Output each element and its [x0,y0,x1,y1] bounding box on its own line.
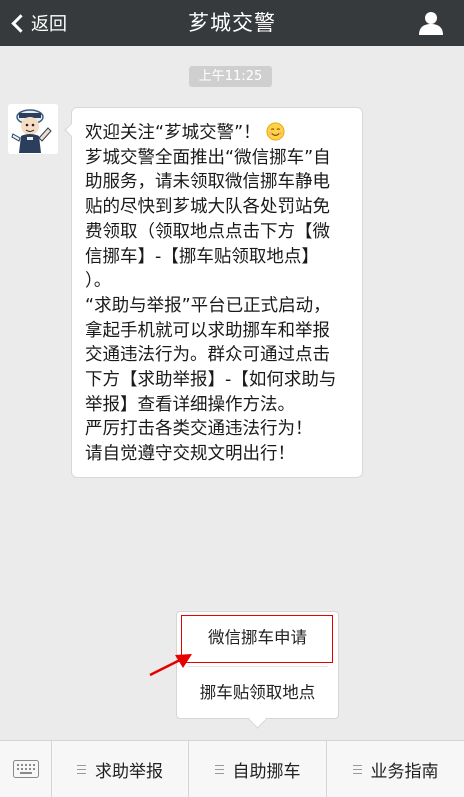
page-title: 芗城交警 [188,11,276,35]
annotation-arrow-icon [149,654,192,677]
message-line: 请自觉遵守交规文明出行！ [85,444,295,465]
message-line: 下方【求助举报】-【如何求助与 [85,370,337,391]
menu-button-self-service-parking[interactable]: 自助挪车 [189,741,327,797]
message-line: 助服务，请未领取微信挪车静电 [85,172,330,193]
message-line: 拿起手机就可以求助挪车和举报 [85,320,330,341]
message-text: 欢迎关注“芗城交警”！ [85,123,261,143]
menu-lines-icon [77,764,86,774]
bottom-menu-bar: 求助举报 自助挪车 业务指南 [0,740,464,797]
message-line: 芗城交警全面推出“微信挪车”自 [85,147,331,168]
menu-lines-icon [352,764,362,774]
keyboard-icon [12,760,39,778]
message-line: ）。 [85,271,112,292]
menu-label: 求助举报 [95,761,163,782]
smiley-icon [266,122,285,141]
submenu-popup: 微信挪车申请 挪车贴领取地点 [176,611,339,719]
menu-label: 业务指南 [370,761,439,782]
person-icon [419,12,443,35]
message-line: 严厉打击各类交通违法行为！ [85,419,313,440]
account-avatar[interactable] [8,104,58,154]
menu-lines-icon [214,764,224,774]
keyboard-toggle-button[interactable] [0,741,52,797]
police-mascot-icon [8,104,58,154]
message-line: 贴的尽快到芗城大队各处罚站免 [85,197,330,218]
top-bar: 返回 芗城交警 [0,0,464,46]
menu-label: 自助挪车 [232,761,301,782]
message-line: “求助与举报”平台已正式启动， [85,295,331,316]
menu-button-help-report[interactable]: 求助举报 [52,741,189,797]
message-line: 信挪车】-【挪车贴领取地点】 [85,246,319,267]
message-line: 举报】查看详细操作方法。 [85,394,295,415]
profile-button[interactable] [418,10,444,36]
message-line: 费领取（领取地点点击下方【微 [85,221,330,242]
submenu-item-parking-request[interactable]: 微信挪车申请 [177,612,338,664]
message-timestamp: 上午11:25 [189,66,272,87]
menu-button-service-guide[interactable]: 业务指南 [327,741,464,797]
message-bubble: 欢迎关注“芗城交警”！ 芗城交警全面推出“微信挪车”自 助服务，请未领取微信挪车… [64,107,363,478]
submenu-item-sticker-location[interactable]: 挪车贴领取地点 [177,667,338,719]
message-line: 交通违法行为。群众可通过点击 [85,345,330,366]
message-line: 欢迎关注“芗城交警”！ [85,121,354,146]
